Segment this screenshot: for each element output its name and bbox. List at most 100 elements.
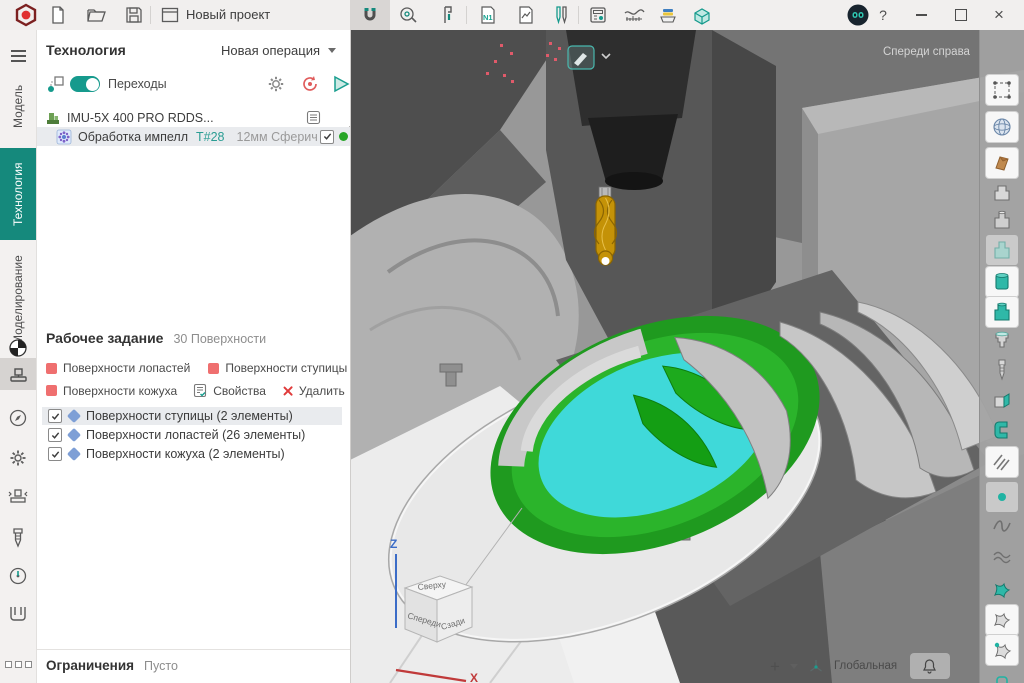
stock-step-icon[interactable] bbox=[986, 297, 1018, 327]
tag-shroud-label[interactable]: Поверхности кожуха bbox=[63, 384, 177, 398]
surface-flag-teal-icon[interactable] bbox=[986, 575, 1018, 605]
delete-label[interactable]: Удалить bbox=[299, 384, 345, 398]
maximize-button[interactable] bbox=[944, 0, 978, 30]
run-simulation-icon[interactable] bbox=[332, 74, 350, 94]
calculator-icon[interactable] bbox=[586, 3, 610, 27]
app-logo-icon[interactable] bbox=[14, 3, 38, 27]
axis-x-label: X bbox=[470, 671, 478, 683]
stock-gray-step-icon[interactable] bbox=[986, 325, 1018, 355]
machine-icon bbox=[45, 110, 61, 126]
tag-hub-label[interactable]: Поверхности ступицы bbox=[225, 361, 347, 375]
coordinate-triad-icon[interactable] bbox=[808, 658, 824, 674]
part-with-insert-icon[interactable] bbox=[986, 385, 1018, 415]
statistics-icon[interactable] bbox=[622, 3, 646, 27]
tag-row-1: Поверхности лопастей Поверхности ступицы bbox=[46, 361, 347, 375]
workpiece-stage1-icon[interactable] bbox=[986, 178, 1018, 208]
properties-label[interactable]: Свойства bbox=[213, 384, 266, 398]
machine-sim-icon[interactable] bbox=[0, 480, 36, 512]
stock-box-icon[interactable] bbox=[690, 3, 714, 27]
settings-gear-icon[interactable] bbox=[0, 442, 36, 474]
properties-icon[interactable] bbox=[193, 383, 207, 398]
snap-magnet-icon[interactable] bbox=[358, 3, 382, 27]
close-button[interactable]: × bbox=[982, 0, 1016, 30]
vise-icon[interactable] bbox=[0, 598, 36, 630]
job-item-shroud[interactable]: Поверхности кожуха (2 элементы) bbox=[42, 445, 342, 463]
viewport-3d[interactable]: Z X Сверху Спереди Сзади Спереди справа … bbox=[350, 30, 1024, 683]
constraints-header[interactable]: Ограничения Пусто bbox=[46, 658, 178, 673]
machine-3d-scene: Z X Сверху Спереди Сзади bbox=[350, 30, 1024, 683]
toggle-knob bbox=[86, 78, 99, 91]
operation-tree-node[interactable]: Обработка импеллер... Т#28 12мм Сферич bbox=[36, 127, 350, 146]
impeller-operation-icon bbox=[56, 129, 72, 145]
surface-fold-icon[interactable] bbox=[986, 148, 1018, 178]
operation-checkbox[interactable] bbox=[320, 130, 334, 144]
statusbar-chevron-icon[interactable] bbox=[790, 664, 798, 669]
report-icon[interactable] bbox=[514, 3, 538, 27]
toolbar-separator bbox=[466, 6, 467, 24]
job-header: Рабочее задание 30 Поверхности bbox=[46, 330, 266, 346]
tab-technology[interactable]: Технология bbox=[0, 148, 36, 240]
surface-flag-point-icon[interactable] bbox=[986, 635, 1018, 665]
more-panels-icon[interactable] bbox=[0, 648, 36, 680]
operation-settings-gear-icon[interactable] bbox=[266, 74, 286, 94]
minimize-glyph bbox=[916, 14, 927, 16]
job-item-hub[interactable]: Поверхности ступицы (2 элементы) bbox=[42, 407, 342, 425]
save-icon[interactable] bbox=[122, 3, 146, 27]
workpiece-stage2-icon[interactable] bbox=[986, 205, 1018, 235]
project-title: Новый проект bbox=[186, 7, 270, 22]
delete-icon[interactable] bbox=[282, 385, 293, 396]
tab-model[interactable]: Модель bbox=[0, 70, 36, 142]
tool-library-icon[interactable] bbox=[549, 3, 573, 27]
minimize-button[interactable] bbox=[904, 0, 938, 30]
coordinate-system-label[interactable]: Глобальная С bbox=[834, 660, 900, 672]
fixture-bracket-icon[interactable] bbox=[986, 415, 1018, 445]
additive-layers-icon[interactable] bbox=[656, 3, 680, 27]
sphere-mesh-icon[interactable] bbox=[986, 112, 1018, 142]
transitions-toggle[interactable] bbox=[70, 76, 100, 92]
job-item-blades[interactable]: Поверхности лопастей (26 элементы) bbox=[42, 426, 342, 444]
recalculate-icon[interactable] bbox=[300, 74, 320, 94]
mesh-patch-icon[interactable] bbox=[986, 75, 1018, 105]
job-item-checkbox[interactable] bbox=[48, 409, 62, 423]
color-swatch-blades[interactable] bbox=[46, 363, 57, 374]
color-swatch-hub[interactable] bbox=[208, 363, 219, 374]
gauge-icon[interactable] bbox=[0, 560, 36, 592]
surface-flag-gray-icon[interactable] bbox=[986, 605, 1018, 635]
zoom-plus-button[interactable]: + bbox=[770, 658, 780, 675]
new-operation-button[interactable]: Новая операция bbox=[221, 43, 336, 58]
point-icon[interactable] bbox=[986, 482, 1018, 512]
transitions-label: Переходы bbox=[108, 77, 167, 91]
tool-bit-icon[interactable] bbox=[0, 522, 36, 554]
machine-tree-node[interactable]: IMU-5X 400 PRO RDDS... bbox=[36, 108, 350, 127]
job-item-label: Поверхности ступицы (2 элементы) bbox=[86, 409, 293, 423]
spline-curve-icon[interactable] bbox=[986, 510, 1018, 540]
stock-cylinder-icon[interactable] bbox=[986, 267, 1018, 297]
job-item-label: Поверхности кожуха (2 элементы) bbox=[86, 447, 285, 461]
machine-setup-icon[interactable] bbox=[0, 358, 36, 390]
caliper-icon[interactable] bbox=[436, 3, 460, 27]
measure-tape-icon[interactable] bbox=[396, 3, 420, 27]
wave-surfaces-icon[interactable] bbox=[986, 542, 1018, 572]
job-item-checkbox[interactable] bbox=[48, 447, 62, 461]
help-button[interactable]: ? bbox=[866, 0, 900, 30]
view-orientation-label: Спереди справа bbox=[883, 46, 970, 58]
operations-list-icon[interactable] bbox=[306, 110, 321, 125]
workpiece-ghost-icon[interactable] bbox=[986, 235, 1018, 265]
hatch-section-icon[interactable] bbox=[986, 447, 1018, 477]
new-file-icon[interactable] bbox=[46, 3, 70, 27]
compass-icon[interactable] bbox=[0, 402, 36, 434]
project-window-icon[interactable] bbox=[158, 3, 182, 27]
tag-blades-label[interactable]: Поверхности лопастей bbox=[63, 361, 190, 375]
open-file-icon[interactable] bbox=[84, 3, 108, 27]
main-menu-icon[interactable] bbox=[0, 40, 36, 72]
toolbar-separator bbox=[150, 6, 151, 24]
transitions-graph-icon[interactable] bbox=[46, 74, 66, 94]
axis-z-label: Z bbox=[390, 537, 397, 551]
nc-program-icon[interactable]: N1 bbox=[476, 3, 500, 27]
color-swatch-shroud[interactable] bbox=[46, 385, 57, 396]
notifications-button[interactable] bbox=[910, 653, 950, 679]
machine-name: IMU-5X 400 PRO RDDS... bbox=[67, 111, 214, 125]
drill-tool-icon[interactable] bbox=[986, 355, 1018, 385]
operation-tool-number: Т#28 bbox=[196, 130, 225, 144]
job-item-checkbox[interactable] bbox=[48, 428, 62, 442]
